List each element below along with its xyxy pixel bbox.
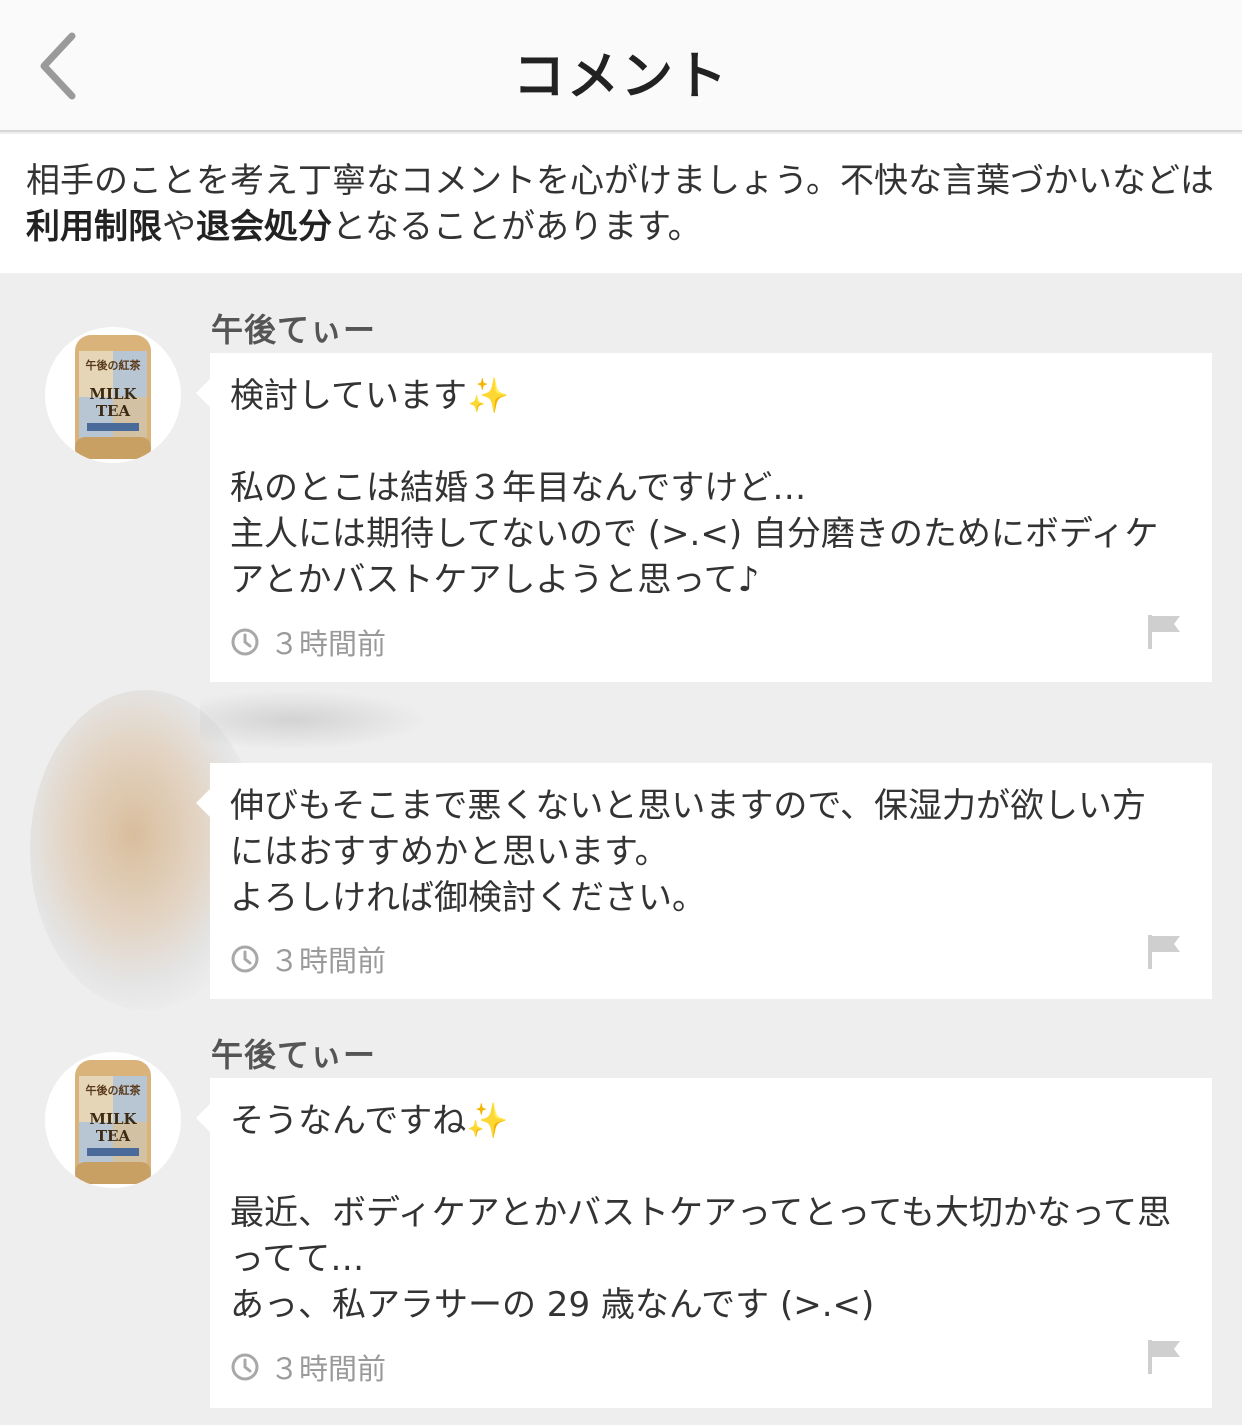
clock-icon bbox=[231, 945, 259, 973]
comment-bubble: そうなんですね✨ 最近、ボディケアとかバストケアってとっても大切かなって思ってて… bbox=[196, 1078, 1212, 1408]
header-bar: コメント bbox=[0, 0, 1242, 132]
comment-guideline-notice: 相手のことを考え丁寧なコメントを心がけましょう。不快な言葉づかいなどは利用制限や… bbox=[0, 134, 1242, 273]
notice-text: 相手のことを考え丁寧なコメントを心がけましょう。不快な言葉づかいなどは bbox=[26, 161, 1214, 201]
report-flag-icon[interactable] bbox=[1144, 1336, 1184, 1376]
svg-text:午後の紅茶: 午後の紅茶 bbox=[86, 1083, 142, 1097]
svg-text:MILK: MILK bbox=[89, 1110, 137, 1128]
avatar[interactable]: 午後の紅茶 MILK TEA bbox=[45, 1052, 181, 1188]
notice-bold-withdrawal: 退会処分 bbox=[196, 207, 332, 247]
comment-timestamp: ３時間前 bbox=[230, 1346, 386, 1388]
comment-timestamp: ３時間前 bbox=[230, 621, 386, 663]
report-flag-icon[interactable] bbox=[1144, 611, 1184, 651]
timestamp-text: ３時間前 bbox=[270, 627, 387, 661]
timestamp-text: ３時間前 bbox=[270, 1352, 387, 1386]
avatar[interactable]: 午後の紅茶 MILK TEA bbox=[45, 327, 181, 463]
notice-text: や bbox=[162, 207, 196, 247]
svg-text:午後の紅茶: 午後の紅茶 bbox=[86, 358, 142, 372]
comment-timestamp: ３時間前 bbox=[230, 938, 386, 980]
comment-author: 午後てぃー bbox=[211, 311, 377, 349]
report-flag-icon[interactable] bbox=[1144, 931, 1184, 971]
milk-tea-avatar-image: 午後の紅茶 MILK TEA bbox=[75, 335, 151, 459]
timestamp-text: ３時間前 bbox=[270, 944, 387, 978]
comment-body: 伸びもそこまで悪くないと思いますので、保湿力が欲しい方にはおすすめかと思います。… bbox=[230, 786, 1146, 918]
notice-text: となることがあります。 bbox=[332, 207, 702, 247]
svg-text:MILK: MILK bbox=[89, 385, 137, 403]
notice-bold-usage-limit: 利用制限 bbox=[26, 207, 162, 247]
svg-text:TEA: TEA bbox=[96, 1127, 131, 1145]
svg-text:TEA: TEA bbox=[96, 402, 131, 420]
comment-author: 午後てぃー bbox=[211, 1036, 377, 1074]
page-title: コメント bbox=[512, 47, 729, 107]
comment-body: そうなんですね✨ 最近、ボディケアとかバストケアってとっても大切かなって思ってて… bbox=[230, 1101, 1172, 1325]
comment-body: 検討しています✨ 私のとこは結婚３年目なんですけど… 主人には期待してないので … bbox=[230, 376, 1159, 600]
clock-icon bbox=[231, 1353, 259, 1381]
comment-bubble: 伸びもそこまで悪くないと思いますので、保湿力が欲しい方にはおすすめかと思います。… bbox=[196, 763, 1212, 999]
comment-author-blurred bbox=[200, 690, 430, 750]
comment-bubble: 検討しています✨ 私のとこは結婚３年目なんですけど… 主人には期待してないので … bbox=[196, 353, 1212, 682]
clock-icon bbox=[231, 628, 259, 656]
milk-tea-avatar-image: 午後の紅茶 MILK TEA bbox=[75, 1060, 151, 1184]
